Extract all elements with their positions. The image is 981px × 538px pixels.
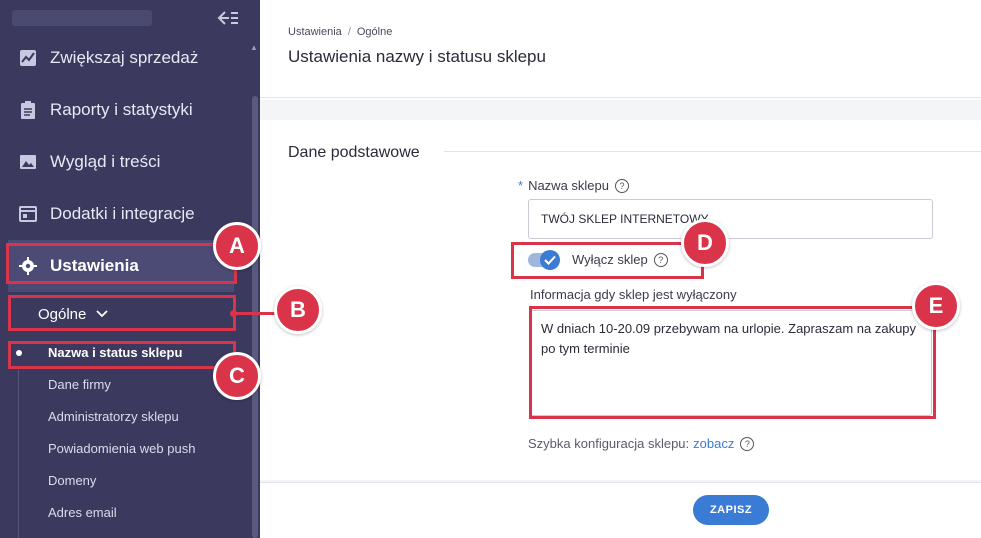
breadcrumb-item[interactable]: Ogólne: [357, 26, 392, 38]
quick-config-link[interactable]: zobacz: [693, 436, 734, 451]
blurred-logo: [12, 10, 152, 26]
annotation-badge-d: D: [681, 219, 729, 267]
annotation-badge-a: A: [213, 222, 261, 270]
breadcrumb-separator: /: [347, 26, 351, 38]
chart-icon: [18, 48, 38, 68]
section-divider: [444, 151, 981, 152]
sub-item-email[interactable]: Adres email: [48, 503, 117, 523]
breadcrumb-item[interactable]: Ustawienia: [288, 26, 342, 38]
highlight-box-b: [8, 295, 236, 331]
page-title: Ustawienia nazwy i statusu sklepu: [288, 47, 546, 66]
store-name-input[interactable]: [528, 199, 933, 239]
image-icon: [18, 152, 38, 172]
help-icon[interactable]: ?: [740, 436, 755, 451]
highlight-box-a: [6, 243, 237, 284]
annotation-badge-c: C: [213, 352, 261, 400]
page-header: Ustawienia / Ogólne Ustawienia nazwy i sta…: [260, 0, 981, 98]
sub-item-web-push[interactable]: Powiadomienia web push: [48, 439, 195, 459]
nav-label: Dodatki i integracje: [50, 204, 195, 223]
store-name-label-text: Nazwa sklepu: [528, 178, 609, 193]
highlight-box-c: [8, 341, 236, 369]
quick-config: Szybka konfiguracja sklepu: zobacz ?: [528, 436, 755, 451]
connector-line: [234, 312, 276, 315]
annotation-badge-b: B: [274, 286, 322, 334]
sub-item-admins[interactable]: Administratorzy sklepu: [48, 407, 179, 427]
nav-label: Raporty i statystyki: [50, 100, 193, 119]
required-mark: *: [518, 178, 524, 193]
nav-item-appearance[interactable]: Wygląd i treści: [0, 136, 250, 188]
page-footer: [260, 482, 981, 538]
calendar-icon: [18, 204, 38, 224]
save-button[interactable]: ZAPISZ: [693, 495, 769, 525]
collapse-sidebar-icon[interactable]: [216, 10, 240, 30]
nav-item-addons[interactable]: Dodatki i integracje: [0, 188, 250, 240]
sub-item-domains[interactable]: Domeny: [48, 471, 96, 491]
sidebar-scrollbar[interactable]: [252, 96, 258, 538]
clipboard-icon: [18, 100, 38, 120]
highlight-box-d: [511, 242, 704, 279]
nav-item-sales[interactable]: Zwiększaj sprzedaż: [0, 32, 250, 84]
sub-item-company-data[interactable]: Dane firmy: [48, 375, 111, 395]
nav-label: Zwiększaj sprzedaż: [50, 48, 199, 67]
annotation-badge-e: E: [912, 282, 960, 330]
scroll-up-icon[interactable]: ▲: [250, 44, 258, 52]
store-name-label: * Nazwa sklepu ?: [518, 178, 629, 193]
breadcrumb: Ustawienia / Ogólne: [288, 26, 392, 38]
content-gap: [260, 100, 981, 120]
help-icon[interactable]: ?: [615, 178, 629, 193]
highlight-box-e: [529, 306, 936, 419]
disabled-message-label: Informacja gdy sklep jest wyłączony: [530, 287, 737, 302]
quick-config-text: Szybka konfiguracja sklepu:: [528, 436, 690, 451]
nav-item-reports[interactable]: Raporty i statystyki: [0, 84, 250, 136]
submenu-line: [18, 370, 19, 538]
nav-label: Wygląd i treści: [50, 152, 161, 171]
section-title: Dane podstawowe: [288, 144, 420, 161]
